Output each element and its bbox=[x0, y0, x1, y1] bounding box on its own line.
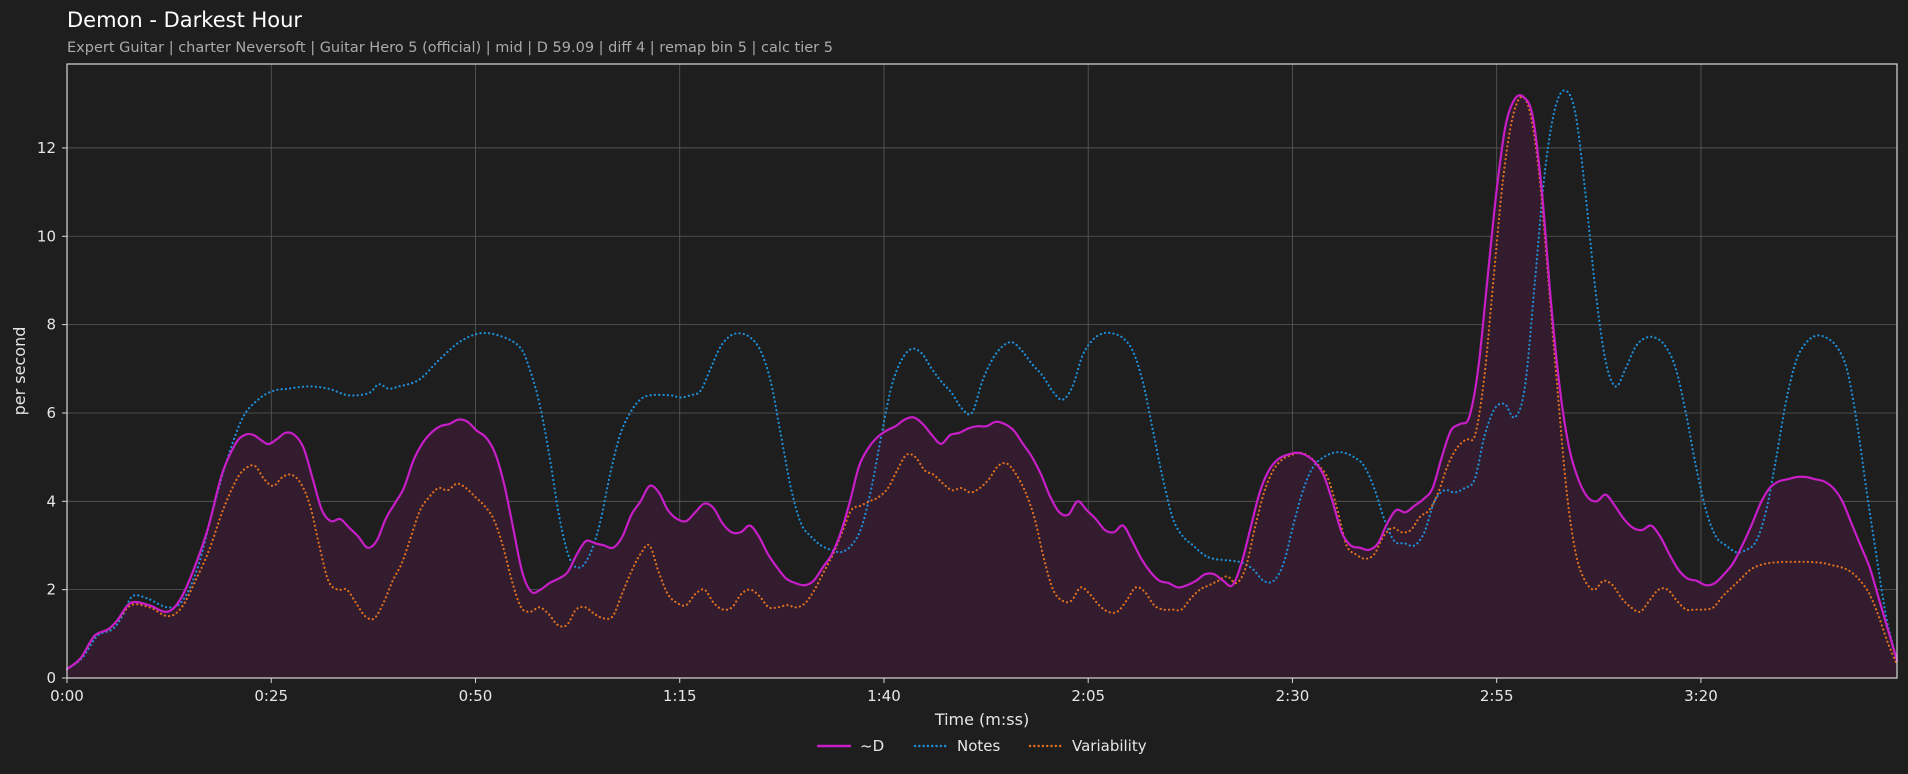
x-tick-label: 2:05 bbox=[1071, 687, 1105, 705]
x-axis-label: Time (m:ss) bbox=[934, 710, 1029, 729]
y-tick-label: 2 bbox=[46, 581, 56, 599]
legend-label-2: Variability bbox=[1072, 737, 1147, 755]
x-tick-label: 0:50 bbox=[459, 687, 493, 705]
legend-label-1: Notes bbox=[957, 737, 1001, 755]
x-tick-label: 0:25 bbox=[254, 687, 288, 705]
y-axis-label: per second bbox=[10, 327, 29, 416]
legend-label-0: ~D bbox=[860, 737, 884, 755]
y-tick-label: 0 bbox=[46, 669, 56, 687]
x-tick-label: 2:55 bbox=[1480, 687, 1514, 705]
x-tick-label: 2:30 bbox=[1276, 687, 1310, 705]
y-tick-label: 4 bbox=[46, 492, 56, 510]
y-axis-ticks: 0 2 4 6 8 10 12 bbox=[37, 139, 67, 687]
x-tick-label: 1:40 bbox=[867, 687, 901, 705]
x-tick-label: 1:15 bbox=[663, 687, 697, 705]
y-tick-label: 12 bbox=[37, 139, 56, 157]
chart-svg: 0:00 0:25 0:50 1:15 1:40 2:05 2:30 2:55 3:20 0 2 4… bbox=[10, 63, 1899, 755]
y-tick-label: 10 bbox=[37, 227, 56, 245]
y-tick-label: 8 bbox=[46, 316, 56, 334]
y-tick-label: 6 bbox=[46, 404, 56, 422]
legend: ~D Notes Variability bbox=[816, 737, 1147, 755]
x-tick-label: 0:00 bbox=[50, 687, 84, 705]
chart-stage: Demon - Darkest Hour Expert Guitar | cha… bbox=[0, 0, 1908, 774]
x-axis-ticks: 0:00 0:25 0:50 1:15 1:40 2:05 2:30 2:55 3:20 bbox=[50, 678, 1718, 705]
x-tick-label: 3:20 bbox=[1684, 687, 1718, 705]
